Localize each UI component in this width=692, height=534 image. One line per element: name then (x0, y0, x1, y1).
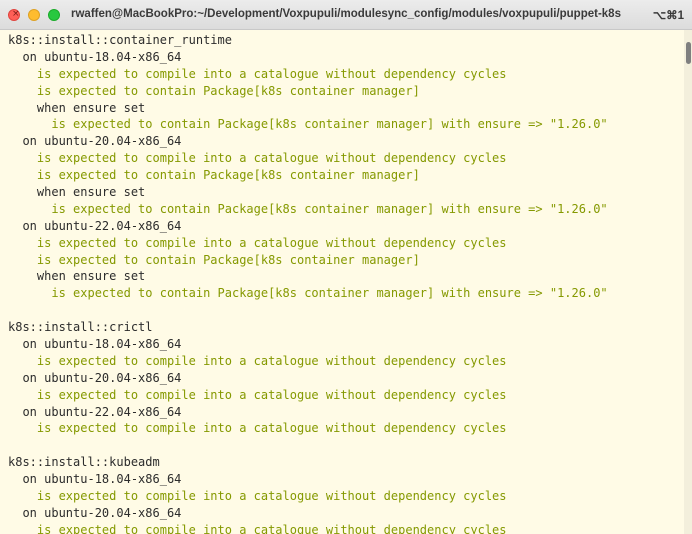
spec-pass-line: is expected to contain Package[k8s conta… (8, 117, 608, 132)
spec-pass-line: is expected to contain Package[k8s conta… (8, 286, 608, 301)
spec-pass-line: is expected to compile into a catalogue … (8, 489, 507, 504)
spec-pass-line: is expected to contain Package[k8s conta… (8, 168, 420, 183)
spec-context-line: on ubuntu-20.04-x86_64 (8, 505, 182, 520)
spec-group-line: k8s::install::crictl (8, 320, 153, 335)
spec-context-line: on ubuntu-22.04-x86_64 (8, 218, 182, 233)
spec-context-line: on ubuntu-18.04-x86_64 (8, 472, 182, 487)
spec-context-line: on ubuntu-18.04-x86_64 (8, 337, 182, 352)
spec-pass-line: is expected to contain Package[k8s conta… (8, 252, 420, 267)
window-title: rwaffen@MacBookPro:~/Development/Voxpupu… (71, 8, 621, 20)
terminal-window: × rwaffen@MacBookPro:~/Development/Voxpu… (0, 0, 692, 534)
spec-pass-line: is expected to compile into a catalogue … (8, 353, 507, 368)
spec-context-line: when ensure set (8, 269, 146, 284)
spec-pass-line: is expected to compile into a catalogue … (8, 235, 507, 250)
spec-pass-line: is expected to compile into a catalogue … (8, 387, 507, 402)
title-bar[interactable]: × rwaffen@MacBookPro:~/Development/Voxpu… (0, 0, 692, 30)
scrollbar-thumb[interactable] (686, 42, 691, 64)
spec-pass-line: is expected to contain Package[k8s conta… (8, 201, 608, 216)
spec-context-line: on ubuntu-22.04-x86_64 (8, 404, 182, 419)
terminal-output[interactable]: k8s::install::container_runtime on ubunt… (0, 30, 684, 534)
spec-group-line: k8s::install::kubeadm (8, 455, 160, 470)
spec-context-line: on ubuntu-18.04-x86_64 (8, 49, 182, 64)
spec-context-line: on ubuntu-20.04-x86_64 (8, 134, 182, 149)
spec-group-line: k8s::install::container_runtime (8, 33, 232, 47)
output-lines: k8s::install::container_runtime on ubunt… (0, 30, 684, 534)
spec-pass-line: is expected to compile into a catalogue … (8, 151, 507, 166)
spec-context-line: when ensure set (8, 100, 146, 115)
spec-pass-line: is expected to compile into a catalogue … (8, 522, 507, 534)
spec-context-line: when ensure set (8, 185, 146, 200)
spec-pass-line: is expected to contain Package[k8s conta… (8, 83, 420, 98)
spec-context-line: on ubuntu-20.04-x86_64 (8, 370, 182, 385)
spec-pass-line: is expected to compile into a catalogue … (8, 421, 507, 436)
window-shortcut-label: ⌥⌘1 (652, 10, 684, 22)
vertical-scrollbar[interactable] (684, 30, 692, 534)
spec-pass-line: is expected to compile into a catalogue … (8, 66, 507, 81)
